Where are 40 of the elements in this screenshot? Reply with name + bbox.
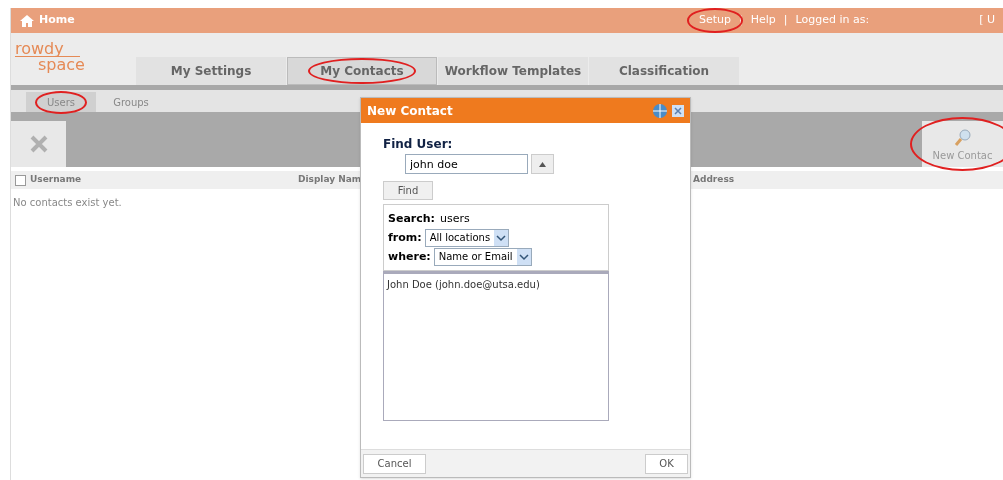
logo-text: space xyxy=(38,57,86,72)
search-label: Search: xyxy=(388,211,435,227)
dialog-title: New Contact xyxy=(367,102,454,120)
find-button[interactable]: Find xyxy=(383,181,433,200)
column-header: Username xyxy=(30,173,83,187)
where-label: where: xyxy=(388,249,431,265)
cancel-button[interactable]: Cancel xyxy=(363,453,426,474)
result-item[interactable]: John Doe (john.doe@utsa.edu) xyxy=(387,277,605,292)
close-button[interactable] xyxy=(672,104,684,117)
empty-message: No contacts exist yet. xyxy=(12,196,123,210)
column-header: Address xyxy=(693,173,735,187)
house-icon xyxy=(19,13,35,28)
tab[interactable]: Classification xyxy=(589,57,739,85)
column-header: Display Nam xyxy=(298,173,363,187)
select-all-checkbox[interactable] xyxy=(15,174,26,186)
search-value: users xyxy=(440,211,470,227)
from-label: from: xyxy=(388,230,422,246)
new-contact-button[interactable]: New Contac xyxy=(922,121,1003,167)
where-dropdown[interactable]: Name or Email xyxy=(433,247,532,266)
chevron-down-icon xyxy=(516,248,531,265)
tab[interactable]: My Contacts xyxy=(287,57,437,85)
find-user-label: Find User: xyxy=(383,136,454,153)
tab[interactable]: Workflow Templates xyxy=(438,57,588,85)
search-icon xyxy=(952,128,973,148)
chevron-down-icon xyxy=(494,229,509,246)
logo-text: rowdy xyxy=(15,41,80,57)
close-icon xyxy=(29,135,48,153)
logged-in-label: Logged in as: xyxy=(795,12,870,29)
sub-tab[interactable]: Users xyxy=(26,92,96,112)
close-icon xyxy=(674,106,682,115)
caret-icon xyxy=(539,161,546,167)
separator: | xyxy=(783,12,788,29)
find-user-field[interactable]: john doe xyxy=(405,154,528,174)
from-dropdown[interactable]: All locations xyxy=(424,228,510,247)
user-name: [ U xyxy=(979,12,995,29)
globe-icon xyxy=(652,102,668,119)
tab[interactable]: My Settings xyxy=(136,57,286,85)
ok-button[interactable]: OK xyxy=(645,453,688,474)
delete-button[interactable] xyxy=(11,121,66,167)
suggest-button[interactable] xyxy=(531,154,554,174)
